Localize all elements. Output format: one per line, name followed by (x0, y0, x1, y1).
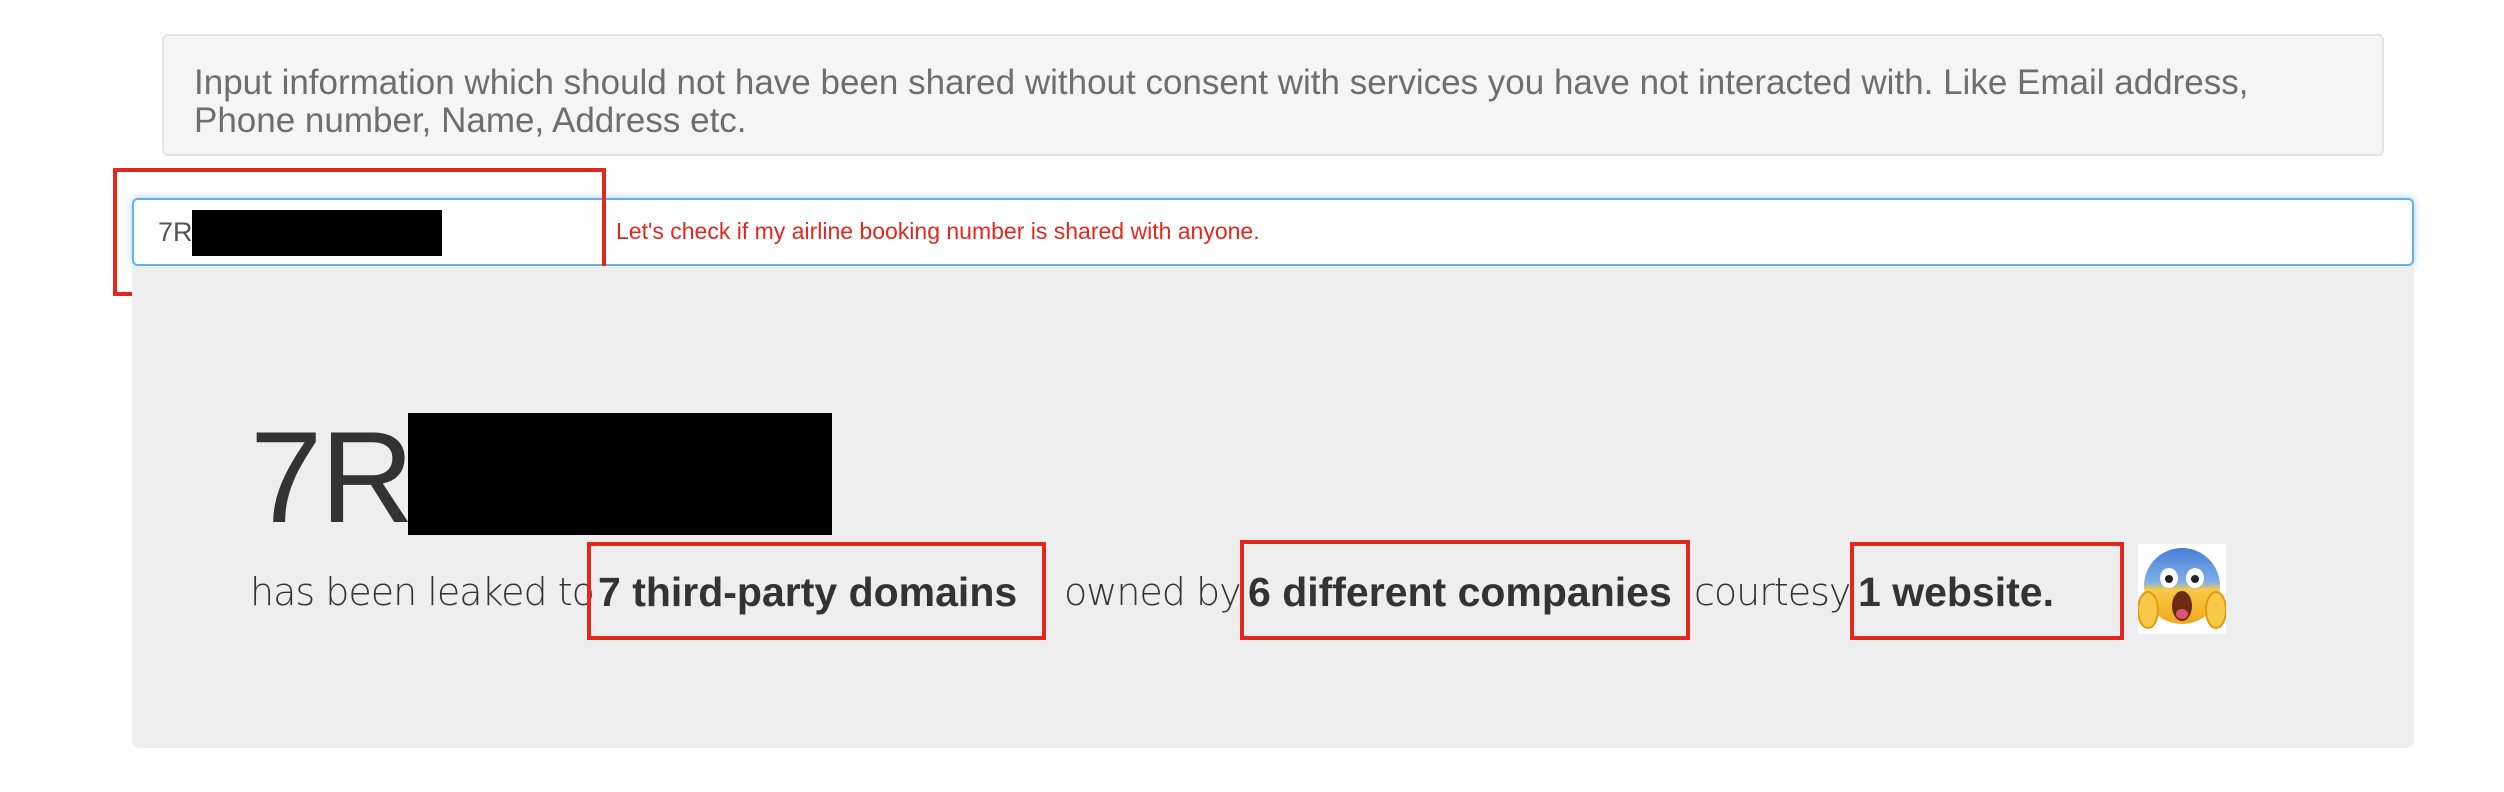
leak-prefix: has been leaked to (250, 570, 595, 614)
annotation-text: Let's check if my airline booking number… (616, 218, 1260, 244)
screaming-face-emoji-icon (2137, 544, 2227, 634)
info-well: Input information which should not have … (162, 34, 2384, 156)
domains-highlight-box (587, 542, 1046, 640)
title-redaction (408, 413, 832, 535)
owned-by-text: owned by (1064, 570, 1242, 614)
courtesy-text: courtesy (1694, 570, 1851, 614)
companies-highlight-box (1240, 540, 1690, 640)
websites-highlight-box (1850, 542, 2124, 640)
info-text: Input information which should not have … (194, 63, 2249, 140)
result-title: 7R (250, 404, 414, 550)
